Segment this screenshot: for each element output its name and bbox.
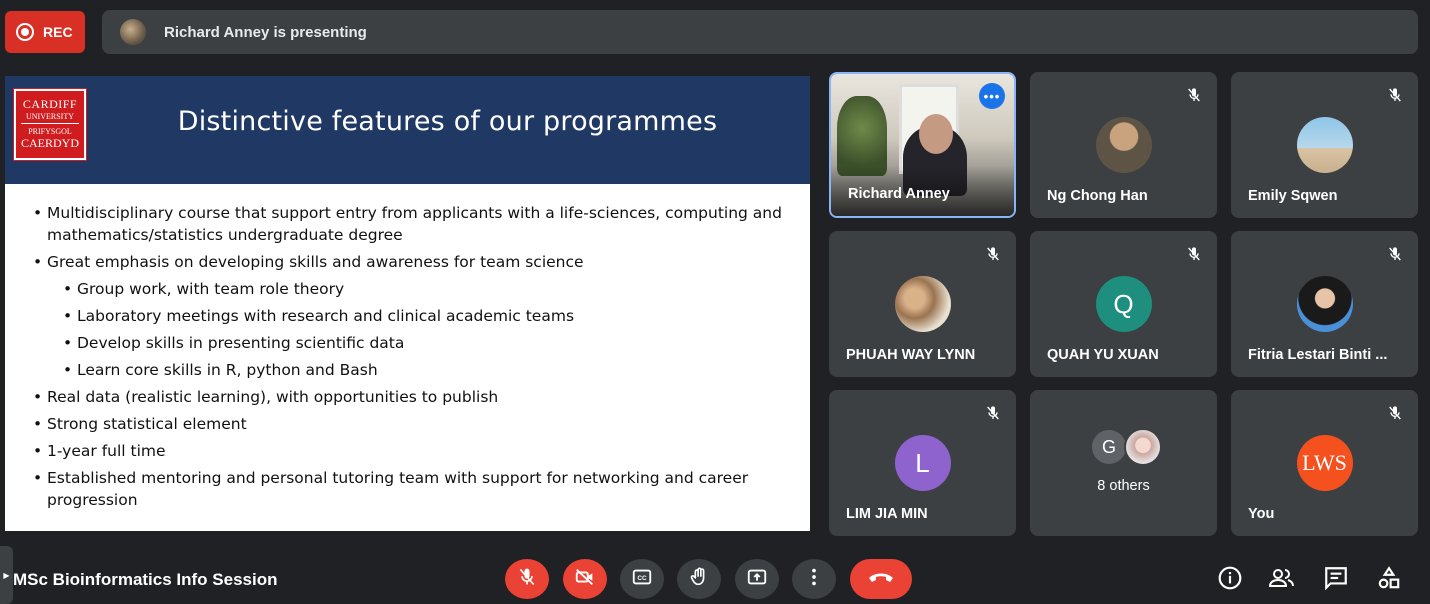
participant-tile-emily-sqwen[interactable]: Emily Sqwen [1231,72,1418,218]
participant-name: Ng Chong Han [1047,188,1148,204]
participant-avatar [1095,117,1152,173]
end-call-icon [867,569,895,590]
sub-bullet-item: Learn core skills in R, python and Bash [63,359,783,381]
participant-tile-phuah-way-lynn[interactable]: PHUAH WAY LYNN [829,231,1016,377]
mic-off-icon [1384,402,1406,424]
participant-avatar [1296,117,1353,173]
sub-bullet-item: Group work, with team role theory [63,278,783,300]
bullet-item: Established mentoring and personal tutor… [33,467,783,511]
mic-toggle-button[interactable] [505,559,549,599]
rec-label: REC [43,24,73,40]
participant-avatar [894,276,951,332]
participant-name: Richard Anney [848,186,950,202]
participant-avatar: Q [1095,276,1152,332]
participant-name: You [1248,506,1275,522]
meeting-info-button[interactable] [1216,566,1244,594]
mic-off-icon [982,402,1004,424]
chat-icon [1323,565,1349,596]
bullet-item: Real data (realistic learning), with opp… [33,386,783,408]
logo-line-3: PRIFYSGOL [28,127,72,136]
mic-off-icon [1183,243,1205,265]
participant-tile-fitria-lestari[interactable]: Fitria Lestari Binti ... [1231,231,1418,377]
presenting-text: Richard Anney is presenting [164,23,367,41]
camera-off-icon [574,566,596,593]
activities-icon [1376,565,1402,596]
participant-name: LIM JIA MIN [846,506,928,522]
bullet-item: 1-year full time [33,440,783,462]
bullet-item: Strong statistical element [33,413,783,435]
participant-tile-lim-jia-min[interactable]: L LIM JIA MIN [829,390,1016,536]
people-icon [1268,565,1296,596]
participant-name: PHUAH WAY LYNN [846,347,976,363]
participant-tile-ng-chong-han[interactable]: Ng Chong Han [1030,72,1217,218]
participant-avatar: L [894,435,951,491]
slide-header: CARDIFF UNIVERSITY PRIFYSGOL CAERDYD Dis… [5,76,810,184]
svg-text:CC: CC [637,575,647,582]
present-screen-icon [746,566,768,593]
logo-line-1: CARDIFF [22,97,78,111]
presentation-slide: CARDIFF UNIVERSITY PRIFYSGOL CAERDYD Dis… [5,76,810,531]
participant-tile-you[interactable]: LWS You [1231,390,1418,536]
mic-off-icon [1384,243,1406,265]
mic-off-icon [517,567,537,592]
presenting-banner[interactable]: Richard Anney is presenting [102,10,1418,54]
logo-line-2: UNIVERSITY [21,112,79,124]
raise-hand-button[interactable] [677,559,721,599]
others-avatars: G [1090,428,1162,466]
cardiff-university-logo: CARDIFF UNIVERSITY PRIFYSGOL CAERDYD [13,88,87,161]
slide-bullet-list: Multidisciplinary course that support en… [5,184,810,511]
mic-off-icon [1183,84,1205,106]
participant-name: Emily Sqwen [1248,188,1338,204]
slide-title: Distinctive features of our programmes [177,106,718,137]
more-options-icon[interactable]: ••• [979,83,1005,109]
people-button[interactable] [1268,566,1296,594]
others-count: 8 others [1097,478,1150,494]
participant-name: Fitria Lestari Binti ... [1248,347,1388,363]
raise-hand-icon [688,566,710,593]
bullet-item: Great emphasis on developing skills and … [33,251,783,273]
present-screen-button[interactable] [735,559,779,599]
participant-avatar: G [1090,428,1128,466]
mic-off-icon [982,243,1004,265]
chat-button[interactable] [1322,566,1350,594]
sub-bullet-item: Laboratory meetings with research and cl… [63,305,783,327]
participant-tile-quah-yu-xuan[interactable]: Q QUAH YU XUAN [1030,231,1217,377]
expand-panel-handle[interactable]: ▶ [0,546,13,604]
participant-avatar [1296,276,1353,332]
logo-line-4: CAERDYD [20,136,79,150]
captions-icon: CC [631,566,653,593]
mic-off-icon [1384,84,1406,106]
activities-button[interactable] [1375,565,1403,596]
participant-tile-others[interactable]: G 8 others [1030,390,1217,536]
bullet-item: Multidisciplinary course that support en… [33,202,783,246]
participant-tile-richard-anney[interactable]: ••• Richard Anney [829,72,1016,218]
meeting-title: MSc Bioinformatics Info Session [13,570,278,589]
record-icon [16,23,34,41]
participant-name: QUAH YU XUAN [1047,347,1159,363]
captions-button[interactable]: CC [620,559,664,599]
recording-badge[interactable]: REC [5,11,85,53]
presenter-avatar [120,19,146,45]
more-options-icon [803,566,825,593]
camera-toggle-button[interactable] [563,559,607,599]
participant-avatar [1124,428,1162,466]
sub-bullet-item: Develop skills in presenting scientific … [63,332,783,354]
end-call-button[interactable] [850,559,912,599]
more-options-button[interactable] [792,559,836,599]
info-icon [1217,565,1243,596]
participant-avatar: LWS [1296,435,1353,491]
